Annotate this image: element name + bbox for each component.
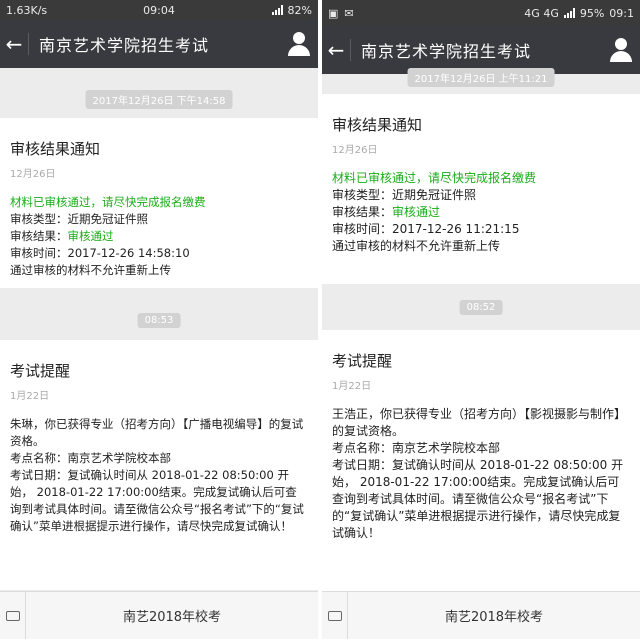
network-type: 4G 4G (524, 6, 559, 20)
status-time: 09:1 (609, 6, 634, 20)
exam-date-text: 考试日期：复试确认时间从 2018-01-22 08:50:00 开始， 201… (332, 458, 624, 540)
exam-site: 考点名称：南京艺术学院校本部 (332, 441, 501, 455)
card-title: 审核结果通知 (10, 140, 101, 158)
mail-icon: ✉ (344, 6, 354, 20)
chat-header: ← 南京艺术学院招生考试 (322, 26, 640, 74)
review-result-card[interactable]: 审核结果通知 12月26日 材料已审核通过，请尽快完成报名缴费 审核类型：近期免… (322, 94, 640, 284)
profile-icon[interactable] (286, 31, 312, 57)
message-timestamp: 2017年12月26日 下午14:58 (85, 90, 233, 109)
signal-icon (563, 8, 575, 18)
upload-note: 通过审核的材料不允许重新上传 (332, 239, 501, 253)
card-date: 1月22日 (10, 391, 50, 402)
notification-icon: ▣ (328, 6, 339, 20)
status-time: 09:04 (143, 3, 175, 17)
approval-notice: 材料已审核通过，请尽快完成报名缴费 (332, 171, 537, 185)
status-bar: ▣ ✉ 4G 4G 95% 09:1 (322, 0, 640, 26)
status-bar: 1.63K/s 09:04 82% (0, 0, 318, 20)
back-arrow-icon[interactable]: ← (322, 38, 350, 62)
left-screenshot: 1.63K/s 09:04 82% ← 南京艺术学院招生考试 2017年12月2… (0, 0, 318, 639)
message-timestamp: 08:53 (137, 313, 181, 328)
review-result: 审核结果：审核通过 (10, 229, 114, 243)
message-timestamp: 2017年12月26日 上午11:21 (407, 68, 555, 87)
exam-reminder-card[interactable]: 考试提醒 1月22日 王浩正，你已获得专业（招考方向）【影视摄影与制作】的复试资… (322, 330, 640, 592)
chat-header: ← 南京艺术学院招生考试 (0, 20, 318, 68)
upload-note: 通过审核的材料不允许重新上传 (10, 263, 171, 277)
card-title: 考试提醒 (10, 362, 71, 380)
right-screenshot: ▣ ✉ 4G 4G 95% 09:1 ← 南京艺术学院招生考试 2017年12月… (322, 0, 640, 639)
menu-item[interactable]: 南艺2018年校考 (26, 606, 318, 625)
bottom-menu: 南艺2018年校考 (322, 591, 640, 639)
approval-notice: 材料已审核通过，请尽快完成报名缴费 (10, 195, 206, 209)
chat-title: 南京艺术学院招生考试 (361, 42, 532, 61)
card-date: 12月26日 (332, 145, 378, 156)
card-date: 12月26日 (10, 169, 56, 180)
profile-icon[interactable] (608, 37, 634, 63)
qualification-text: 朱琳，你已获得专业（招考方向）【广播电视编导】的复试资格。 (10, 417, 304, 448)
review-time: 审核时间：2017-12-26 14:58:10 (10, 246, 190, 260)
card-date: 1月22日 (332, 381, 372, 392)
back-arrow-icon[interactable]: ← (0, 32, 28, 56)
chat-title: 南京艺术学院招生考试 (39, 36, 210, 55)
exam-date-text: 考试日期：复试确认时间从 2018-01-22 08:50:00 开始， 201… (10, 468, 304, 533)
review-time: 审核时间：2017-12-26 11:21:15 (332, 222, 520, 236)
battery-level: 95% (579, 6, 605, 20)
qualification-text: 王浩正，你已获得专业（招考方向）【影视摄影与制作】的复试资格。 (332, 407, 627, 438)
keyboard-icon[interactable] (322, 591, 348, 639)
card-title: 审核结果通知 (332, 116, 423, 134)
menu-item[interactable]: 南艺2018年校考 (348, 606, 640, 625)
message-timestamp: 08:52 (459, 300, 503, 315)
bottom-menu: 南艺2018年校考 (0, 591, 318, 639)
review-result: 审核结果：审核通过 (332, 205, 441, 219)
exam-reminder-card[interactable]: 考试提醒 1月22日 朱琳，你已获得专业（招考方向）【广播电视编导】的复试资格。… (0, 340, 318, 590)
exam-site: 考点名称：南京艺术学院校本部 (10, 451, 171, 465)
review-result-card[interactable]: 审核结果通知 12月26日 材料已审核通过，请尽快完成报名缴费 审核类型：近期免… (0, 118, 318, 288)
keyboard-icon[interactable] (0, 591, 26, 639)
review-type: 审核类型：近期免冠证件照 (10, 212, 148, 226)
card-title: 考试提醒 (332, 352, 393, 370)
review-type: 审核类型：近期免冠证件照 (332, 188, 477, 202)
